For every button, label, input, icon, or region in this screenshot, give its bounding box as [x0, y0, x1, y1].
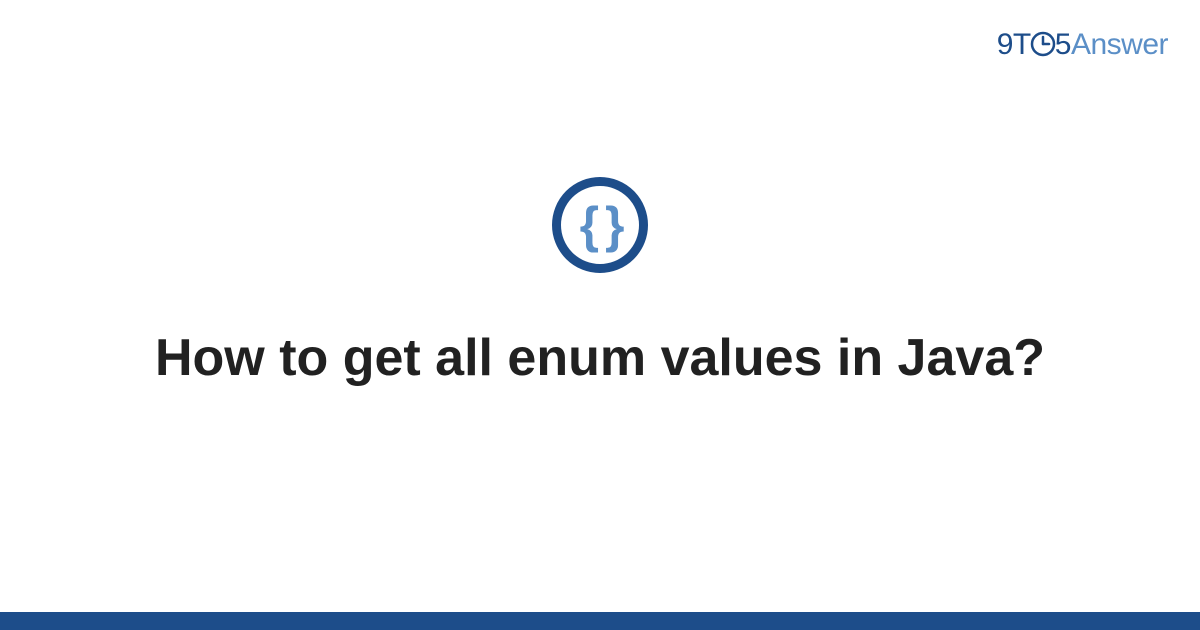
- footer-accent-bar: [0, 612, 1200, 630]
- page-title: How to get all enum values in Java?: [155, 325, 1045, 393]
- main-content: { } How to get all enum values in Java?: [0, 0, 1200, 630]
- code-braces-icon: { }: [580, 200, 621, 250]
- category-icon-circle: { }: [552, 177, 648, 273]
